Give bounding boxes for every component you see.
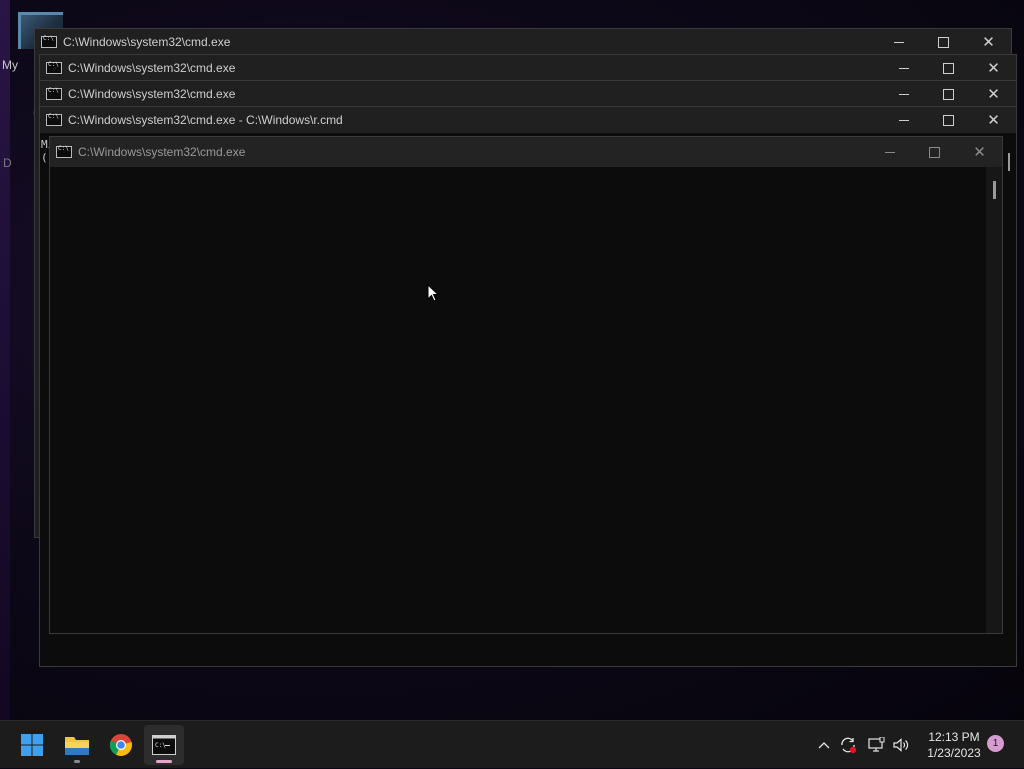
desktop-icon-label[interactable]: My — [2, 58, 18, 72]
taskbar-clock[interactable]: 12:13 PM 1/23/2023 — [918, 729, 990, 761]
close-button[interactable]: ✕ — [971, 81, 1016, 107]
scroll-thumb[interactable] — [993, 181, 996, 199]
window-title: C:\Windows\system32\cmd.exe - C:\Windows… — [68, 113, 343, 127]
cmd-app-icon — [46, 113, 62, 126]
show-hidden-icons-button[interactable] — [814, 721, 834, 769]
cmd-app-icon — [46, 87, 62, 100]
maximize-button[interactable] — [926, 55, 971, 81]
clock-time: 12:13 PM — [928, 730, 980, 744]
network-button[interactable] — [865, 721, 887, 769]
speaker-icon — [893, 738, 909, 752]
window-title: C:\Windows\system32\cmd.exe — [68, 87, 236, 101]
terminal-icon: C:\ — [152, 735, 176, 755]
mouse-cursor-icon — [427, 284, 440, 302]
folder-icon — [65, 737, 89, 755]
windows-logo-icon — [21, 734, 43, 756]
titlebar[interactable]: C:\Windows\system32\cmd.exe ✕ — [35, 29, 1011, 55]
titlebar[interactable]: C:\Windows\system32\cmd.exe ✕ — [40, 55, 1016, 81]
command-prompt-button[interactable]: C:\ — [144, 725, 184, 765]
taskbar: C:\ 12:13 PM 1/23/2023 — [0, 720, 1024, 768]
sync-status-button[interactable] — [837, 721, 859, 769]
notification-badge[interactable]: 1 — [987, 735, 1004, 752]
titlebar[interactable]: C:\Windows\system32\cmd.exe ✕ — [40, 81, 1016, 107]
maximize-button[interactable] — [926, 107, 971, 133]
titlebar[interactable]: C:\Windows\system32\cmd.exe ✕ — [50, 137, 1002, 167]
cmd-window-active[interactable]: C:\Windows\system32\cmd.exe ✕ — [49, 136, 1003, 634]
chrome-icon — [109, 734, 132, 756]
minimize-button[interactable] — [876, 29, 921, 55]
scrollbar[interactable] — [986, 167, 1002, 633]
titlebar[interactable]: C:\Windows\system32\cmd.exe - C:\Windows… — [40, 107, 1016, 133]
desktop-icon-label[interactable]: D — [3, 156, 12, 170]
scroll-thumb[interactable] — [1008, 153, 1010, 171]
minimize-button[interactable] — [881, 55, 926, 81]
file-explorer-button[interactable] — [57, 725, 97, 765]
chrome-button[interactable] — [101, 725, 141, 765]
desktop: My M G D C:\Windows\system32\cmd.exe ✕ C… — [0, 0, 1024, 720]
wallpaper-edge — [0, 0, 10, 720]
start-button[interactable] — [12, 725, 52, 765]
active-indicator — [156, 760, 172, 763]
maximize-button[interactable] — [921, 29, 966, 55]
sync-icon — [841, 737, 857, 754]
svg-text:C:\: C:\ — [155, 742, 166, 749]
console-area[interactable] — [50, 167, 986, 633]
close-button[interactable]: ✕ — [971, 55, 1016, 81]
close-button[interactable]: ✕ — [971, 107, 1016, 133]
chevron-up-icon — [818, 742, 830, 749]
window-title: C:\Windows\system32\cmd.exe — [63, 35, 231, 49]
window-title: C:\Windows\system32\cmd.exe — [78, 145, 246, 159]
close-button[interactable]: ✕ — [957, 139, 1002, 165]
cmd-app-icon — [41, 35, 57, 48]
minimize-button[interactable] — [881, 107, 926, 133]
cmd-app-icon — [46, 61, 62, 74]
maximize-button[interactable] — [912, 139, 957, 165]
clock-date: 1/23/2023 — [927, 746, 981, 760]
window-title: C:\Windows\system32\cmd.exe — [68, 61, 236, 75]
network-icon — [868, 737, 885, 752]
volume-button[interactable] — [890, 721, 912, 769]
maximize-button[interactable] — [926, 81, 971, 107]
running-indicator — [74, 760, 80, 763]
cmd-app-icon — [56, 145, 72, 158]
minimize-button[interactable] — [881, 81, 926, 107]
close-button[interactable]: ✕ — [966, 29, 1011, 55]
minimize-button[interactable] — [867, 139, 912, 165]
